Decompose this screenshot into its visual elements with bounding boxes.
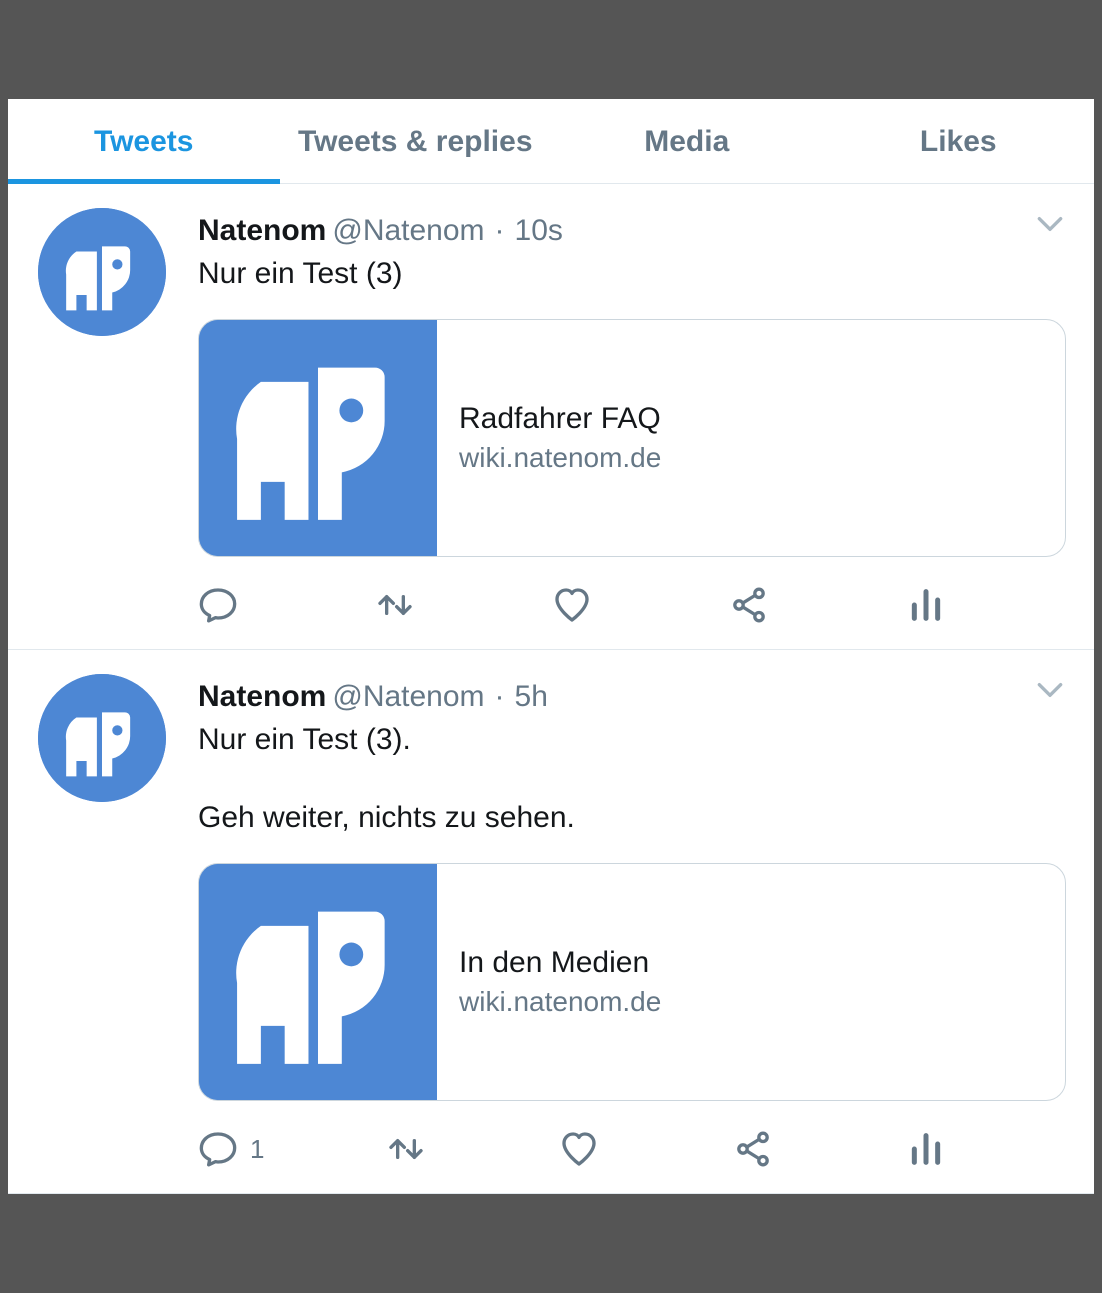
tweet-text: Nur ein Test (3) <box>198 254 1066 293</box>
link-card[interactable]: Radfahrer FAQ wiki.natenom.de <box>198 319 1066 557</box>
retweet-icon <box>386 1129 426 1169</box>
analytics-button[interactable] <box>906 1129 958 1169</box>
retweet-button[interactable] <box>375 585 427 625</box>
share-icon <box>733 1129 773 1169</box>
tweet-content: Natenom @Natenom · 10s Nur ein Test (3) <box>168 208 1066 639</box>
tweet[interactable]: Natenom @Natenom · 5h Nur ein Test (3). … <box>8 650 1094 1194</box>
tweet-actions: 1 <box>198 1129 958 1169</box>
tweet-time[interactable]: 5h <box>515 680 548 714</box>
chevron-down-icon <box>1034 208 1066 240</box>
avatar-elephant-icon <box>38 208 166 336</box>
link-card-body: Radfahrer FAQ wiki.natenom.de <box>437 320 1065 556</box>
tweet-menu-button[interactable] <box>1034 208 1066 236</box>
author-handle[interactable]: @Natenom <box>332 680 484 714</box>
reply-count: 1 <box>250 1134 264 1165</box>
like-button[interactable] <box>552 585 604 625</box>
like-button[interactable] <box>559 1129 611 1169</box>
analytics-button[interactable] <box>906 585 958 625</box>
analytics-icon <box>906 585 946 625</box>
card-elephant-icon <box>199 864 437 1101</box>
profile-tabs: Tweets Tweets & replies Media Likes <box>8 99 1094 184</box>
author-name[interactable]: Natenom <box>198 214 326 248</box>
retweet-icon <box>375 585 415 625</box>
avatar-column <box>38 208 168 639</box>
reply-icon <box>198 1129 238 1169</box>
link-card-domain: wiki.natenom.de <box>459 986 1043 1018</box>
reply-button[interactable] <box>198 585 250 625</box>
reply-icon <box>198 585 238 625</box>
tweet-header: Natenom @Natenom · 5h <box>198 674 1066 714</box>
tweet-header-left: Natenom @Natenom · 5h <box>198 680 548 714</box>
share-icon <box>729 585 769 625</box>
tab-tweets-replies[interactable]: Tweets & replies <box>280 99 552 183</box>
chevron-down-icon <box>1034 674 1066 706</box>
tweet-header-left: Natenom @Natenom · 10s <box>198 214 563 248</box>
avatar-column <box>38 674 168 1183</box>
link-card-title: Radfahrer FAQ <box>459 402 1043 436</box>
tweet-text: Nur ein Test (3). Geh weiter, nichts zu … <box>198 720 1066 837</box>
tweet-header: Natenom @Natenom · 10s <box>198 208 1066 248</box>
share-button[interactable] <box>729 585 781 625</box>
tweet-content: Natenom @Natenom · 5h Nur ein Test (3). … <box>168 674 1066 1183</box>
tweet-actions <box>198 585 958 625</box>
avatar-elephant-icon <box>38 674 166 802</box>
heart-icon <box>559 1129 599 1169</box>
reply-button[interactable]: 1 <box>198 1129 264 1169</box>
heart-icon <box>552 585 592 625</box>
link-card-domain: wiki.natenom.de <box>459 442 1043 474</box>
retweet-button[interactable] <box>386 1129 438 1169</box>
link-card[interactable]: In den Medien wiki.natenom.de <box>198 863 1066 1101</box>
tab-likes[interactable]: Likes <box>823 99 1095 183</box>
analytics-icon <box>906 1129 946 1169</box>
tweet[interactable]: Natenom @Natenom · 10s Nur ein Test (3) <box>8 184 1094 650</box>
author-name[interactable]: Natenom <box>198 680 326 714</box>
link-card-thumb <box>199 320 437 557</box>
link-card-thumb <box>199 864 437 1101</box>
separator-dot: · <box>491 214 509 248</box>
separator-dot: · <box>491 680 509 714</box>
avatar[interactable] <box>38 208 166 336</box>
author-handle[interactable]: @Natenom <box>332 214 484 248</box>
link-card-title: In den Medien <box>459 946 1043 980</box>
app-screen: Tweets Tweets & replies Media Likes <box>0 91 1102 1202</box>
avatar[interactable] <box>38 674 166 802</box>
link-card-body: In den Medien wiki.natenom.de <box>437 864 1065 1100</box>
card-elephant-icon <box>199 320 437 557</box>
tab-tweets[interactable]: Tweets <box>8 99 280 183</box>
share-button[interactable] <box>733 1129 785 1169</box>
tweet-time[interactable]: 10s <box>515 214 563 248</box>
tab-media[interactable]: Media <box>551 99 823 183</box>
tweet-menu-button[interactable] <box>1034 674 1066 702</box>
